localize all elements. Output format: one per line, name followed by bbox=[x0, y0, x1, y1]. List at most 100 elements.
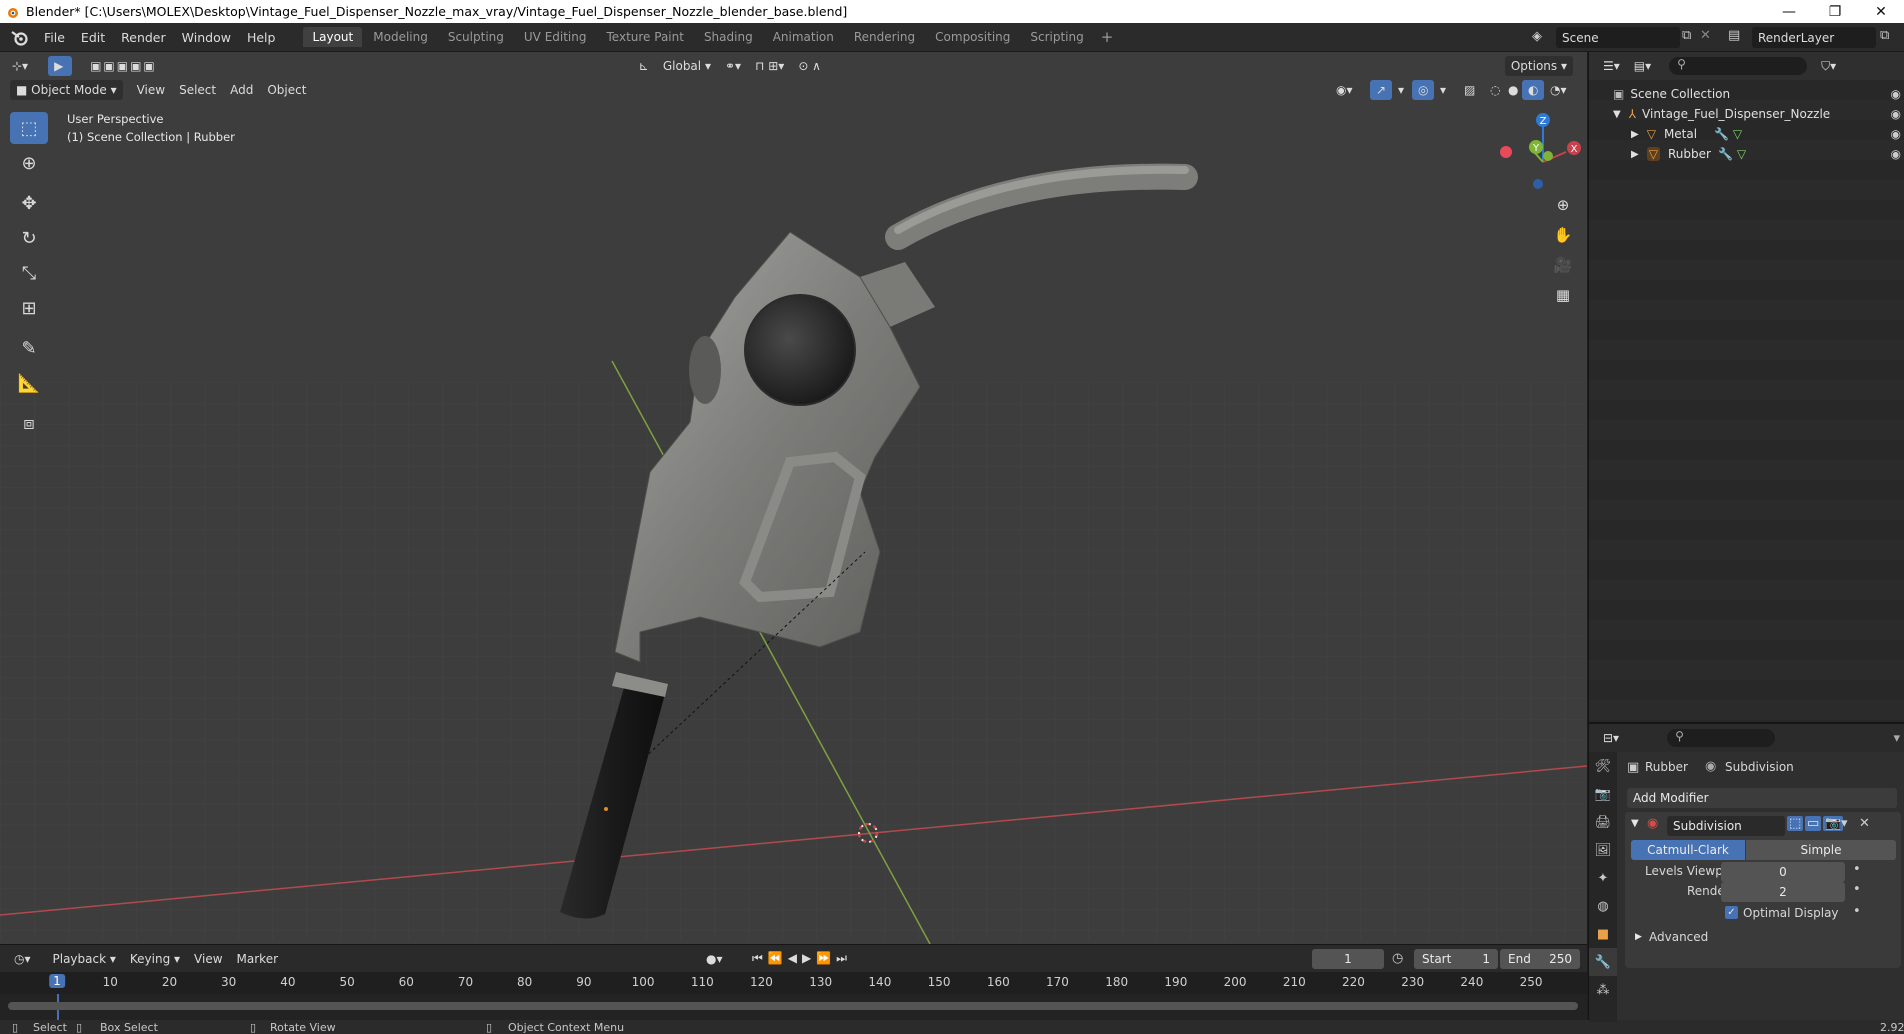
add-cube-tool-icon[interactable]: ⧈ bbox=[10, 407, 48, 439]
editor-type-icon[interactable]: ⊹▾ bbox=[6, 56, 34, 76]
proportional-edit-icon[interactable]: ⊙ ∧ bbox=[792, 56, 827, 76]
levels-viewport-field[interactable]: 0 bbox=[1721, 862, 1845, 882]
modifier-menu-icon[interactable]: ▾ bbox=[1841, 816, 1848, 831]
scene-tab-icon[interactable]: ✦ bbox=[1589, 864, 1617, 892]
new-render-layer-icon[interactable]: ⧉ bbox=[1880, 28, 1889, 43]
pivot-point-icon[interactable]: ⚭▾ bbox=[719, 56, 747, 76]
collection-expand-icon[interactable]: ▼ bbox=[1613, 109, 1621, 120]
editmode-toggle-icon[interactable]: ⬚ bbox=[1787, 816, 1804, 831]
menu-keying[interactable]: Keying ▾ bbox=[124, 949, 186, 969]
menu-view[interactable]: View bbox=[131, 80, 171, 100]
options-dropdown[interactable]: Options ▾ bbox=[1504, 56, 1573, 76]
measure-tool-icon[interactable]: 📐 bbox=[10, 367, 48, 399]
optimal-display-keyframe-dot[interactable]: • bbox=[1853, 904, 1861, 919]
tab-compositing[interactable]: Compositing bbox=[926, 27, 1019, 47]
render-layer-icon[interactable]: ▤ bbox=[1728, 28, 1740, 43]
select-mode-icons[interactable]: ▣▣▣▣▣ bbox=[84, 56, 163, 76]
object-tab-icon[interactable]: ■ bbox=[1589, 920, 1617, 948]
snap-icon[interactable]: ⊓ ⊞▾ bbox=[749, 56, 790, 76]
3d-viewport[interactable]: ⊹▾ ▶ ▣▣▣▣▣ ⊾ Global ▾ ⚭▾ ⊓ ⊞▾ ⊙ ∧ Option… bbox=[0, 52, 1587, 944]
timeline-scrollbar[interactable] bbox=[8, 1002, 1578, 1010]
zoom-icon[interactable]: ⊕ bbox=[1550, 192, 1576, 218]
properties-search-field[interactable]: ⚲ bbox=[1667, 729, 1776, 747]
menu-marker[interactable]: Marker bbox=[231, 949, 284, 969]
world-tab-icon[interactable]: ◍ bbox=[1589, 892, 1617, 920]
view-layer-tab-icon[interactable]: 🖼 bbox=[1589, 836, 1617, 864]
tab-shading[interactable]: Shading bbox=[695, 27, 762, 47]
advanced-panel-label[interactable]: Advanced bbox=[1649, 930, 1708, 944]
menu-add[interactable]: Add bbox=[224, 80, 259, 100]
close-window-button[interactable]: ✕ bbox=[1858, 4, 1904, 20]
modifier-tab-icon[interactable]: 🔧 bbox=[1589, 948, 1617, 976]
tab-texture-paint[interactable]: Texture Paint bbox=[598, 27, 693, 47]
record-keyframe-icon[interactable]: ●▾ bbox=[700, 949, 729, 969]
tab-rendering[interactable]: Rendering bbox=[845, 27, 924, 47]
render-tab-icon[interactable]: 📷 bbox=[1589, 780, 1617, 808]
shading-material-icon[interactable]: ◐ bbox=[1522, 80, 1545, 100]
annotate-tool-icon[interactable]: ✎ bbox=[10, 332, 48, 364]
select-box-tool-icon[interactable]: ⬚ bbox=[10, 112, 48, 144]
menu-object[interactable]: Object bbox=[261, 80, 312, 100]
scale-tool-icon[interactable]: ⤡ bbox=[10, 257, 48, 289]
menu-file[interactable]: File bbox=[36, 30, 73, 45]
properties-editor-type-icon[interactable]: ⊟▾ bbox=[1597, 728, 1625, 748]
timeline-editor-type-icon[interactable]: ◷▾ bbox=[8, 949, 37, 969]
frame-ruler[interactable]: 1 10 20 30 40 50 60 70 80 90 100 110 120 130 140 150 16… bbox=[0, 972, 1587, 994]
blender-logo-icon[interactable] bbox=[8, 26, 30, 48]
preview-range-clock-icon[interactable]: ◷ bbox=[1392, 951, 1403, 966]
maximize-button[interactable]: ❐ bbox=[1812, 4, 1858, 20]
camera-view-icon[interactable]: 🎥 bbox=[1550, 252, 1576, 278]
menu-render[interactable]: Render bbox=[113, 30, 174, 45]
menu-window[interactable]: Window bbox=[174, 30, 239, 45]
gizmo-dropdown-icon[interactable]: ▾ bbox=[1392, 80, 1410, 100]
gizmo-toggle-icon[interactable]: ↗ bbox=[1370, 80, 1393, 100]
overlays-dropdown-icon[interactable]: ▾ bbox=[1434, 80, 1452, 100]
scene-collection-eye-icon[interactable]: ◉ bbox=[1891, 87, 1901, 101]
outliner-row-rubber[interactable]: ▶ ▽ Rubber 🔧 ▽ ◉ bbox=[1589, 144, 1904, 164]
object-mode-dropdown[interactable]: ■ Object Mode ▾ bbox=[10, 80, 123, 100]
xray-icon[interactable]: ▨ bbox=[1458, 80, 1481, 100]
delete-modifier-icon[interactable]: ✕ bbox=[1859, 816, 1870, 831]
properties-panel[interactable]: ⊟▾ ⚲ ▾ 🛠 📷 🖨 🖼 ✦ ◍ ■ 🔧 ⁂ ▣ Rubber ◉ Subd… bbox=[1588, 722, 1904, 1022]
outliner-search-field[interactable]: ⚲ bbox=[1669, 57, 1808, 75]
metal-expand-icon[interactable]: ▶ bbox=[1631, 129, 1639, 140]
playhead-frame[interactable]: 1 bbox=[49, 974, 65, 988]
current-frame-field[interactable]: 1 bbox=[1312, 949, 1384, 969]
modifier-name-field[interactable]: Subdivision bbox=[1667, 816, 1785, 836]
outliner-row-scene-collection[interactable]: ▣ Scene Collection ◉ bbox=[1589, 84, 1904, 104]
optimal-display-checkbox[interactable]: ✓ bbox=[1725, 906, 1738, 919]
add-modifier-dropdown[interactable]: Add Modifier bbox=[1627, 788, 1897, 808]
scene-icon[interactable]: ◈ bbox=[1532, 29, 1542, 44]
minimize-button[interactable]: — bbox=[1766, 4, 1812, 20]
particles-tab-icon[interactable]: ⁂ bbox=[1589, 976, 1617, 1004]
properties-options-icon[interactable]: ▾ bbox=[1893, 731, 1900, 746]
render-levels-field[interactable]: 2 bbox=[1721, 882, 1845, 902]
playback-controls[interactable]: ⏮⏪◀▶⏩⏭ bbox=[746, 949, 858, 969]
tab-uv-editing[interactable]: UV Editing bbox=[515, 27, 596, 47]
output-tab-icon[interactable]: 🖨 bbox=[1589, 808, 1617, 836]
catmull-clark-option[interactable]: Catmull-Clark bbox=[1631, 840, 1745, 860]
rubber-eye-icon[interactable]: ◉ bbox=[1891, 147, 1901, 161]
collection-eye-icon[interactable]: ◉ bbox=[1891, 107, 1901, 121]
render-levels-keyframe-dot[interactable]: • bbox=[1853, 882, 1861, 897]
display-mode-icon[interactable]: ▤▾ bbox=[1628, 56, 1657, 76]
menu-help[interactable]: Help bbox=[239, 30, 284, 45]
outliner-row-collection[interactable]: ▼ ⅄ Vintage_Fuel_Dispenser_Nozzle ◉ bbox=[1589, 104, 1904, 124]
visibility-icon[interactable]: ◉▾ bbox=[1330, 80, 1359, 100]
menu-timeline-view[interactable]: View bbox=[188, 949, 228, 969]
cursor-tool-icon[interactable]: ⊕ bbox=[10, 147, 48, 179]
levels-viewport-keyframe-dot[interactable]: • bbox=[1853, 862, 1861, 877]
simple-option[interactable]: Simple bbox=[1746, 840, 1896, 860]
advanced-expand-icon[interactable]: ▶ bbox=[1635, 932, 1642, 942]
timeline-editor[interactable]: ◷▾ Playback ▾ Keying ▾ View Marker ●▾ ⏮⏪… bbox=[0, 944, 1587, 1021]
transform-tool-icon[interactable]: ⊞ bbox=[10, 292, 48, 324]
tab-scripting[interactable]: Scripting bbox=[1021, 27, 1092, 47]
end-frame-field[interactable]: End 250 bbox=[1500, 949, 1580, 969]
menu-edit[interactable]: Edit bbox=[73, 30, 113, 45]
scene-name-field[interactable]: Scene bbox=[1556, 27, 1680, 48]
tab-sculpting[interactable]: Sculpting bbox=[439, 27, 513, 47]
modifier-collapse-icon[interactable]: ▼ bbox=[1631, 818, 1639, 829]
ortho-toggle-icon[interactable]: ▦ bbox=[1550, 282, 1576, 308]
outliner-row-metal[interactable]: ▶ ▽ Metal 🔧 ▽ ◉ bbox=[1589, 124, 1904, 144]
outliner-editor-type-icon[interactable]: ☰▾ bbox=[1597, 56, 1626, 76]
